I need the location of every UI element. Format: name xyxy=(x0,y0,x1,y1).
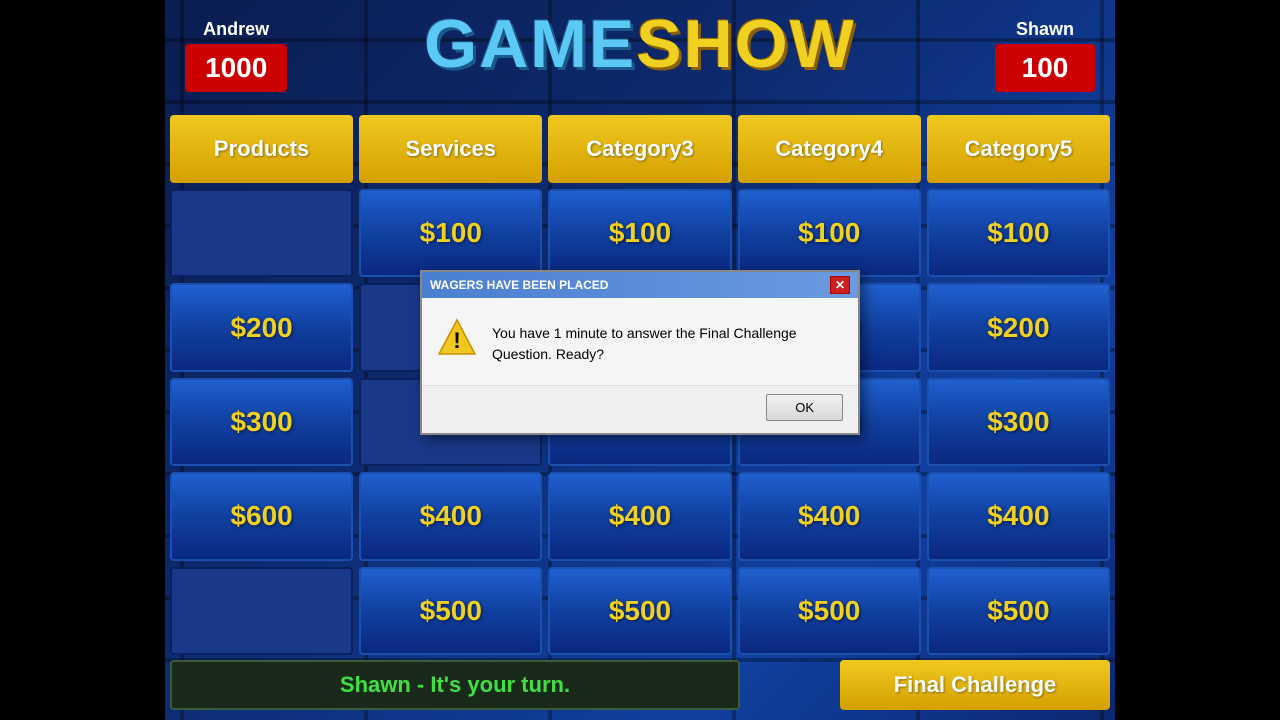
dialog-body: ! You have 1 minute to answer the Final … xyxy=(422,298,858,385)
dialog-titlebar: WAGERS HAVE BEEN PLACED ✕ xyxy=(422,272,858,298)
dialog-close-button[interactable]: ✕ xyxy=(830,276,850,294)
ok-button[interactable]: OK xyxy=(766,394,843,421)
game-board: Andrew 1000 GAMESHOW Shawn 100 Products … xyxy=(0,0,1280,720)
warning-icon: ! xyxy=(437,318,477,358)
dialog-title: WAGERS HAVE BEEN PLACED xyxy=(430,278,608,292)
svg-text:!: ! xyxy=(453,328,460,353)
dialog-footer: OK xyxy=(422,385,858,433)
dialog-overlay: WAGERS HAVE BEEN PLACED ✕ ! You have 1 m… xyxy=(0,0,1280,720)
dialog: WAGERS HAVE BEEN PLACED ✕ ! You have 1 m… xyxy=(420,270,860,435)
dialog-message: You have 1 minute to answer the Final Ch… xyxy=(492,318,843,365)
